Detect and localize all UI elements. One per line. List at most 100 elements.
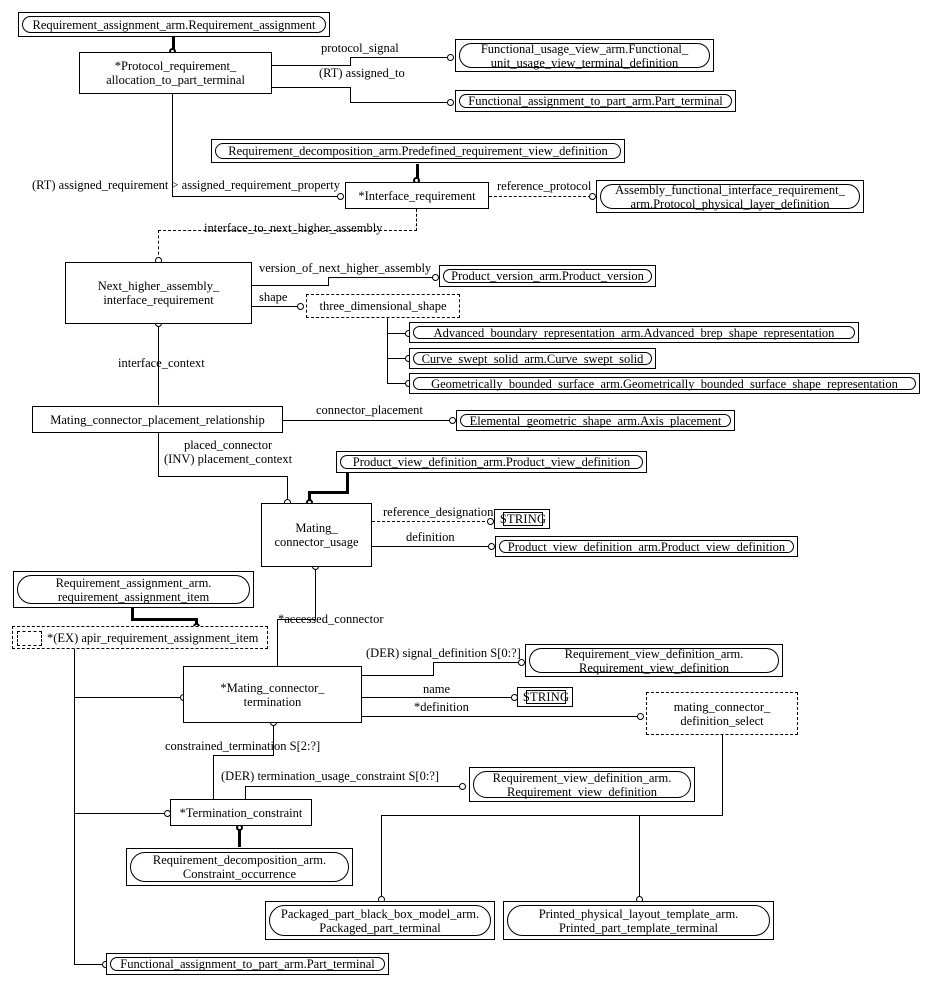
node-three-dimensional-shape[interactable]: three_dimensional_shape	[306, 294, 460, 318]
node-label: Requirement_view_definition_arm. Require…	[473, 771, 691, 799]
label-der-signal-definition: (DER) signal_definition S[0:?]	[366, 646, 521, 660]
edge-star-definition	[362, 716, 640, 717]
edge-assigned-to-b	[350, 87, 351, 103]
edge-terminator-circle	[447, 99, 454, 106]
node-label: Requirement_view_definition_arm. Require…	[529, 647, 779, 675]
node-protocol-requirement-allocation[interactable]: *Protocol_requirement_ allocation_to_par…	[79, 52, 272, 94]
node-label: Functional_assignment_to_part_arm.Part_t…	[110, 957, 385, 971]
express-g-diagram: Requirement_assignment_arm.Requirement_a…	[0, 0, 929, 987]
label-interface-to-next-higher-assembly: interface_to_next_higher_assembly	[204, 221, 383, 235]
node-label: Curve_swept_solid_arm.Curve_swept_solid	[413, 352, 652, 366]
label-interface-context: interface_context	[118, 356, 205, 370]
edge-shape	[252, 306, 299, 307]
label-version-of-next-higher-assembly: version_of_next_higher_assembly	[259, 261, 432, 275]
edge-reference-designation	[372, 521, 490, 522]
edge-assigned-requirement-b	[172, 196, 339, 197]
edge-apir-mct	[74, 697, 182, 698]
node-termination-constraint[interactable]: *Termination_constraint	[170, 799, 312, 826]
node-part-terminal-top[interactable]: Functional_assignment_to_part_arm.Part_t…	[455, 90, 736, 112]
label-der-termination-usage-constraint: (DER) termination_usage_constraint S[0:?…	[221, 769, 439, 783]
node-protocol-physical-layer-definition[interactable]: Assembly_functional_interface_requiremen…	[596, 180, 864, 213]
node-label: Advanced_boundary_representation_arm.Adv…	[413, 326, 855, 340]
edge-reference-protocol	[489, 196, 591, 197]
node-interface-requirement[interactable]: *Interface_requirement	[345, 182, 489, 209]
ex-page-reference-stub	[17, 631, 42, 646]
edge-3dshape-curve	[387, 358, 407, 359]
edge-definition	[372, 546, 491, 547]
node-constraint-occurrence[interactable]: Requirement_decomposition_arm. Constrain…	[126, 848, 353, 886]
edge-3dshape-trunk	[387, 316, 388, 383]
node-product-view-definition-definition[interactable]: Product_view_definition_arm.Product_view…	[495, 536, 798, 557]
node-advanced-brep-shape-representation[interactable]: Advanced_boundary_representation_arm.Adv…	[409, 322, 859, 343]
edge-signal-def-c	[433, 662, 520, 663]
node-label: Packaged_part_black_box_model_arm. Packa…	[269, 905, 491, 936]
node-curve-swept-solid[interactable]: Curve_swept_solid_arm.Curve_swept_solid	[409, 348, 656, 369]
edge-terminator-circle	[447, 54, 454, 61]
edge-pvd-super-b	[308, 491, 349, 494]
node-string-name[interactable]: STRING	[517, 687, 573, 707]
node-axis-placement[interactable]: Elemental_geometric_shape_arm.Axis_place…	[456, 410, 735, 431]
label-star-definition: *definition	[414, 700, 469, 714]
edge-placed-connector-b	[158, 476, 288, 477]
node-requirement-view-definition-signal[interactable]: Requirement_view_definition_arm. Require…	[525, 644, 783, 677]
edge-protocol-signal-c	[350, 57, 449, 58]
node-mating-connector-placement-relationship[interactable]: Mating_connector_placement_relationship	[32, 406, 283, 433]
edge-terminator-circle	[488, 543, 495, 550]
node-label: Product_view_definition_arm.Product_view…	[340, 455, 643, 469]
edge-placed-connector-a	[158, 432, 159, 477]
node-functional-unit-usage-view-terminal-definition[interactable]: Functional_usage_view_arm.Functional_ un…	[455, 39, 714, 72]
edge-ithna-a	[416, 209, 417, 231]
edge-constrained-b	[213, 755, 274, 756]
edge-terminator-circle	[589, 193, 596, 200]
node-packaged-part-terminal[interactable]: Packaged_part_black_box_model_arm. Packa…	[265, 901, 495, 940]
edge-version-c	[328, 277, 434, 278]
node-requirement-assignment-item[interactable]: Requirement_assignment_arm. requirement_…	[13, 571, 254, 608]
label-protocol-signal: protocol_signal	[321, 41, 399, 55]
edge-terminator-circle	[449, 417, 456, 424]
edge-version-b	[328, 277, 329, 286]
node-product-version[interactable]: Product_version_arm.Product_version	[439, 265, 656, 287]
label-placed-connector: placed_connector (INV) placement_context	[164, 438, 293, 467]
node-label: Product_view_definition_arm.Product_view…	[499, 540, 794, 554]
edge-apir-tc	[74, 813, 166, 814]
edge-terminator-circle	[637, 713, 644, 720]
node-label: Assembly_functional_interface_requiremen…	[600, 183, 860, 211]
edge-tuc-b	[245, 786, 461, 787]
node-label: Geometrically_bounded_surface_arm.Geomet…	[413, 377, 916, 391]
label-rt-assigned-to: (RT) assigned_to	[319, 66, 405, 80]
node-requirement-assignment[interactable]: Requirement_assignment_arm.Requirement_a…	[18, 12, 330, 37]
edge-assigned-to-a	[271, 87, 351, 88]
node-mating-connector-termination[interactable]: *Mating_connector_ termination	[183, 666, 362, 723]
node-next-higher-assembly-interface-requirement[interactable]: Next_higher_assembly_ interface_requirem…	[65, 262, 252, 324]
edge-constrained-c	[213, 755, 214, 799]
node-apir-requirement-assignment-item[interactable]: *(EX) apir_requirement_assignment_item	[12, 626, 268, 649]
edge-signal-def-b	[433, 662, 434, 676]
edge-protocol-signal-b	[350, 57, 351, 66]
label-definition: definition	[406, 530, 455, 544]
edge-ithna-c	[158, 230, 159, 260]
node-label: Requirement_assignment_arm.Requirement_a…	[22, 16, 326, 33]
node-string-reference-designation[interactable]: STRING	[494, 509, 550, 529]
node-predefined-requirement-view-definition[interactable]: Requirement_decomposition_arm.Predefined…	[211, 139, 625, 163]
node-mating-connector-definition-select[interactable]: mating_connector_ definition_select	[646, 692, 798, 735]
node-mating-connector-usage[interactable]: Mating_ connector_usage	[261, 503, 372, 567]
node-product-view-definition-super[interactable]: Product_view_definition_arm.Product_view…	[336, 451, 647, 473]
edge-apir-pt	[74, 964, 104, 965]
node-label: STRING	[499, 512, 547, 526]
node-geometrically-bounded-surface-shape-representation[interactable]: Geometrically_bounded_surface_arm.Geomet…	[409, 373, 920, 394]
node-label: STRING	[522, 690, 570, 704]
node-printed-part-template-terminal[interactable]: Printed_physical_layout_template_arm. Pr…	[503, 901, 774, 940]
node-label: Requirement_assignment_arm. requirement_…	[17, 575, 250, 604]
edge-assigned-to-c	[350, 102, 449, 103]
node-label: Elemental_geometric_shape_arm.Axis_place…	[460, 414, 731, 428]
node-part-terminal-bottom[interactable]: Functional_assignment_to_part_arm.Part_t…	[106, 953, 389, 975]
edge-terminator-circle	[459, 783, 466, 790]
edge-mcds-h	[381, 815, 723, 816]
node-label: Functional_assignment_to_part_arm.Part_t…	[459, 94, 732, 108]
edge-terminator-circle	[432, 274, 439, 281]
edge-name	[362, 697, 514, 698]
edge-signal-def-a	[362, 675, 434, 676]
edge-version-a	[252, 285, 329, 286]
edge-3dshape-gbs	[387, 383, 407, 384]
node-requirement-view-definition-usage[interactable]: Requirement_view_definition_arm. Require…	[469, 767, 695, 802]
